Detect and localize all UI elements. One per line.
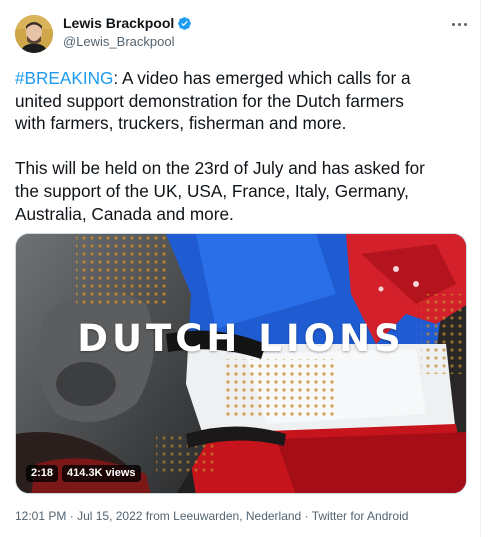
meta-from-prefix: from (145, 509, 170, 523)
tweet-time[interactable]: 12:01 PM (15, 509, 66, 523)
tweet-body-text: : A video has emerged which calls for a … (15, 68, 425, 224)
video-overlay-title: DUTCH LIONS (77, 317, 405, 360)
tweet-source[interactable]: Twitter for Android (312, 509, 409, 523)
tweet-meta: 12:01 PM · Jul 15, 2022 from Leeuwarden,… (15, 509, 408, 523)
tweet-date[interactable]: Jul 15, 2022 (77, 509, 142, 523)
avatar[interactable] (15, 15, 53, 53)
meta-separator: · (69, 509, 74, 523)
avatar-image (15, 15, 53, 53)
more-options-icon[interactable] (449, 16, 469, 32)
video-views: 414.3K views (62, 465, 141, 482)
meta-separator: · (304, 509, 309, 523)
video-badges: 2:18 414.3K views (26, 465, 141, 482)
video-player[interactable]: DUTCH LIONS 2:18 414.3K views (15, 233, 467, 494)
tweet-location[interactable]: Leeuwarden, Nederland (173, 509, 301, 523)
tweet-card: Lewis Brackpool @Lewis_Brackpool #BREAKI… (0, 0, 481, 537)
author-handle[interactable]: @Lewis_Brackpool (63, 34, 174, 49)
video-duration: 2:18 (26, 465, 59, 482)
video-thumbnail (16, 234, 466, 493)
tweet-text: #BREAKING: A video has emerged which cal… (15, 67, 475, 225)
verified-badge-icon (177, 16, 192, 31)
hashtag-link[interactable]: #BREAKING (15, 68, 113, 88)
author-name-row: Lewis Brackpool (63, 15, 192, 31)
author-display-name[interactable]: Lewis Brackpool (63, 15, 174, 31)
